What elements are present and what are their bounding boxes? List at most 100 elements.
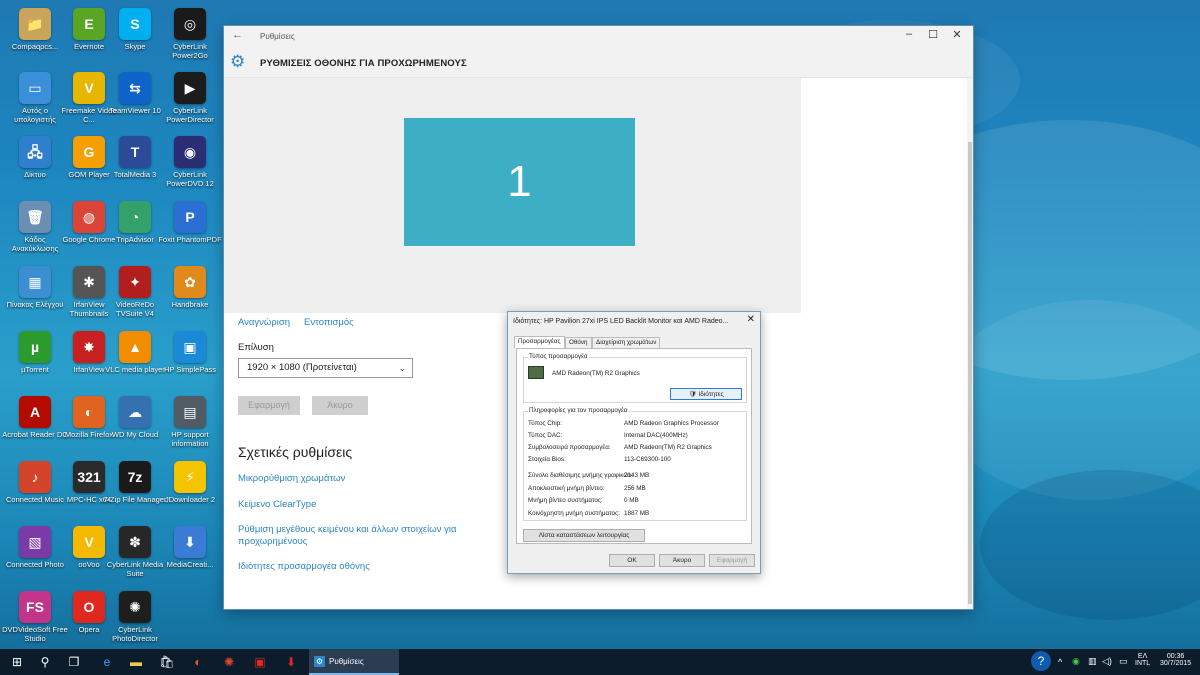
clock[interactable]: 00:36 30/7/2015 bbox=[1160, 653, 1191, 667]
desktop-app-icon: ✺ bbox=[119, 591, 151, 623]
desktop-app-icon: ✦ bbox=[119, 266, 151, 298]
download-app-icon[interactable]: ⬇ bbox=[280, 652, 302, 672]
utorrent-tray-icon[interactable]: ◉ bbox=[1072, 656, 1080, 667]
adapter-type-group: Τύπος προσαρμογέα AMD Radeon(TM) R2 Grap… bbox=[523, 353, 747, 403]
desktop-icon[interactable]: ▶ CyberLink PowerDirector bbox=[157, 70, 223, 132]
info-value: Internal DAC(400MHz) bbox=[624, 432, 688, 439]
info-key: Στοιχεία Bios: bbox=[528, 456, 566, 463]
desktop-app-icon: 🗑 bbox=[19, 201, 51, 233]
identify-link[interactable]: Αναγνώριση bbox=[238, 317, 290, 328]
detect-link[interactable]: Εντοπισμός bbox=[304, 317, 354, 328]
firefox-icon[interactable]: ◐ bbox=[187, 652, 209, 672]
desktop-icon-label: CyberLink Power2Go bbox=[172, 42, 208, 60]
info-key: Σύνολο διαθέσιμης μνήμης γραφικών: bbox=[528, 472, 634, 479]
info-value: 2143 MB bbox=[624, 472, 650, 479]
edge-icon[interactable]: e bbox=[96, 652, 118, 672]
monitor-tile[interactable]: 1 bbox=[404, 118, 635, 246]
desktop-icon[interactable]: ⬇ MediaCreati... bbox=[157, 524, 223, 586]
properties-button-label: Ιδιότητες bbox=[698, 391, 724, 398]
desktop-app-icon: S bbox=[119, 8, 151, 40]
desktop-icon[interactable]: ▣ HP SimplePass bbox=[157, 329, 223, 391]
adapter-properties-link[interactable]: Ιδιότητες προσαρμογέα οθόνης bbox=[238, 561, 370, 572]
desktop-icon-label: CyberLink PhotoDirector bbox=[112, 625, 158, 643]
close-button[interactable]: ✕ bbox=[945, 28, 969, 41]
scrollbar-thumb[interactable] bbox=[968, 142, 972, 604]
minimize-button[interactable]: – bbox=[897, 28, 921, 40]
desktop-app-icon: ▧ bbox=[19, 526, 51, 558]
desktop-app-icon: ⬇ bbox=[174, 526, 206, 558]
store-icon[interactable]: 🛍 bbox=[156, 652, 178, 672]
chevron-down-icon: ⌄ bbox=[398, 363, 406, 373]
text-size-link-line2[interactable]: προχωρημένους bbox=[238, 536, 307, 547]
desktop-icon[interactable]: ✺ CyberLink PhotoDirector bbox=[102, 589, 168, 651]
dialog-apply-button[interactable]: Εφαρμογή bbox=[709, 554, 755, 567]
desktop-app-icon: ✽ bbox=[119, 526, 151, 558]
desktop-icon-label: CyberLink PowerDirector bbox=[166, 106, 214, 124]
clock-date: 30/7/2015 bbox=[1160, 660, 1192, 667]
desktop-app-icon: P bbox=[174, 201, 206, 233]
chevron-up-icon[interactable]: ^ bbox=[1058, 657, 1062, 667]
desktop-app-icon: O bbox=[73, 591, 105, 623]
scrollbar[interactable] bbox=[967, 78, 973, 609]
apply-button[interactable]: Εφαρμογή bbox=[238, 396, 300, 415]
desktop-app-icon: 🖧 bbox=[19, 136, 51, 168]
desktop-app-icon: ✱ bbox=[73, 266, 105, 298]
desktop-app-icon: ✸ bbox=[73, 331, 105, 363]
ok-button[interactable]: OK bbox=[609, 554, 655, 567]
desktop-app-icon: ▦ bbox=[19, 266, 51, 298]
network-icon[interactable]: ▥ bbox=[1088, 656, 1097, 667]
desktop-icon-label: Foxit PhantomPDF bbox=[158, 235, 222, 244]
maximize-button[interactable]: ☐ bbox=[921, 28, 945, 41]
desktop-icon-label: JDownloader 2 bbox=[164, 495, 216, 504]
notification-icon[interactable]: ▭ bbox=[1119, 656, 1128, 667]
dialog-cancel-button[interactable]: Άκυρο bbox=[659, 554, 705, 567]
info-key: Αποκλειστική μνήμη βίντεο: bbox=[528, 484, 605, 492]
taskbar-settings-button[interactable]: ⚙ Ρυθμίσεις bbox=[309, 649, 399, 675]
adapter-properties-dialog: Ιδιότητες: HP Pavilion 27xi IPS LED Back… bbox=[507, 311, 761, 574]
desktop-app-icon: T bbox=[119, 136, 151, 168]
language-indicator[interactable]: ΕΛ INTL bbox=[1135, 653, 1150, 667]
settings-gear-icon: ⚙ bbox=[314, 656, 325, 667]
dialog-title: Ιδιότητες: HP Pavilion 27xi IPS LED Back… bbox=[513, 318, 729, 325]
resolution-dropdown[interactable]: 1920 × 1080 (Προτείνεται) ⌄ bbox=[238, 358, 413, 378]
search-icon[interactable]: ⚲ bbox=[34, 652, 56, 672]
info-key: Κοινόχρηστη μνήμη συστήματος: bbox=[528, 509, 620, 517]
desktop-icon[interactable]: ◉ CyberLink PowerDVD 12 bbox=[157, 134, 223, 196]
desktop-icon[interactable]: ⚡ JDownloader 2 bbox=[157, 459, 223, 521]
desktop-icon[interactable]: ▤ HP support information bbox=[157, 394, 223, 456]
desktop-icon-label: MediaCreati... bbox=[166, 560, 214, 569]
close-icon[interactable]: ✕ bbox=[747, 314, 755, 325]
desktop-app-icon: A bbox=[19, 396, 51, 428]
info-key: Μνήμη βίντεο συστήματος: bbox=[528, 497, 603, 504]
pdf-app-icon[interactable]: ▣ bbox=[249, 652, 271, 672]
tab-monitor[interactable]: Οθόνη bbox=[565, 337, 592, 348]
desktop-app-icon: E bbox=[73, 8, 105, 40]
info-value: AMD Radeon(TM) R2 Graphics bbox=[624, 444, 712, 451]
cleartype-link[interactable]: Κείμενο ClearType bbox=[238, 499, 316, 510]
list-modes-button[interactable]: Λίστα καταστάσεων λειτουργίας bbox=[523, 529, 645, 542]
back-arrow-icon[interactable]: ← bbox=[232, 29, 243, 41]
help-icon[interactable]: ? bbox=[1031, 651, 1051, 671]
tab-color-management[interactable]: Διαχείριση χρωμάτων bbox=[592, 337, 661, 348]
taskbar: ⊞ ⚲ ❐ e ▬ 🛍 ◐ ✺ ▣ ⬇ ⚙ Ρυθμίσεις ? ^ ◉ ▥ … bbox=[0, 649, 1200, 675]
desktop-icon[interactable]: P Foxit PhantomPDF bbox=[157, 199, 223, 261]
cancel-button[interactable]: Άκυρο bbox=[312, 396, 368, 415]
properties-button[interactable]: 🛡 Ιδιότητες bbox=[670, 388, 742, 400]
desktop-icon[interactable]: ◎ CyberLink Power2Go bbox=[157, 6, 223, 68]
desktop-icon-label: CyberLink PowerDVD 12 bbox=[166, 170, 214, 188]
info-key: Συμβολοσειρά προσαρμογέα: bbox=[528, 444, 611, 451]
language-code: ΕΛ bbox=[1137, 653, 1148, 660]
tab-adapter[interactable]: Προσαρμογέας bbox=[514, 336, 565, 348]
desktop-app-icon: ⇆ bbox=[119, 72, 151, 104]
page-title: ΡΥΘΜΙΣΕΙΣ ΟΘΟΝΗΣ ΓΙΑ ΠΡΟΧΩΡΗΜΕΝΟΥΣ bbox=[260, 58, 467, 69]
desktop-icon[interactable]: ✿ Handbrake bbox=[157, 264, 223, 326]
info-value: 113-C69300-100 bbox=[624, 456, 671, 463]
text-size-link[interactable]: Ρύθμιση μεγέθους κειμένου και άλλων στοι… bbox=[238, 524, 456, 535]
app-pinned-icon[interactable]: ✺ bbox=[218, 652, 240, 672]
volume-icon[interactable]: ◁) bbox=[1102, 656, 1112, 667]
windows-start-icon[interactable]: ⊞ bbox=[6, 652, 28, 672]
file-explorer-icon[interactable]: ▬ bbox=[125, 652, 147, 672]
color-calibration-link[interactable]: Μικρορύθμιση χρωμάτων bbox=[238, 473, 345, 484]
desktop-app-icon: 321 bbox=[73, 461, 105, 493]
task-view-icon[interactable]: ❐ bbox=[63, 652, 85, 672]
